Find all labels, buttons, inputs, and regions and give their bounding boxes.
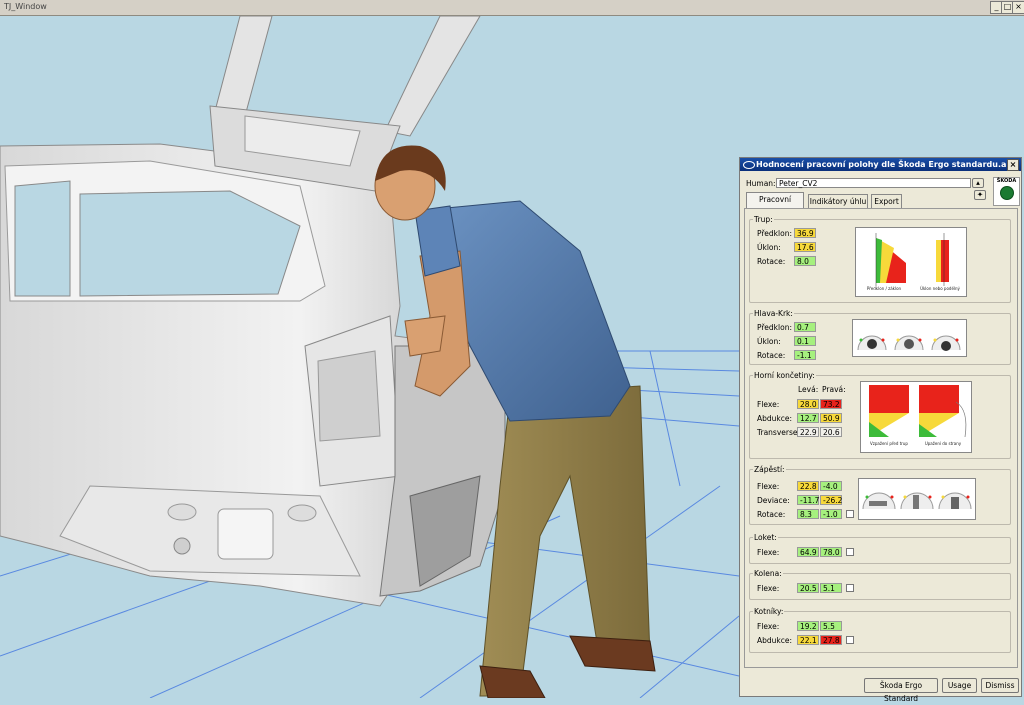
kolena-flexe-label: Flexe: [757, 584, 780, 593]
zapesti-diagram-svg [862, 492, 972, 510]
group-kolena: Kolena: Flexe: 20.5 5.1 [749, 569, 1011, 600]
kolena-flexe-left: 20.5 [797, 583, 819, 593]
trup-posture-diagram: Předklon / záklon Úklon nebo podélný [855, 227, 967, 297]
zapesti-rotace-right: -1.0 [820, 509, 842, 519]
dismiss-button[interactable]: Dismiss [981, 678, 1019, 693]
skoda-logo-text: ŠKODA [996, 178, 1017, 184]
horni-diagram-svg [869, 385, 967, 438]
close-window-button[interactable]: × [1012, 1, 1024, 14]
horni-col-left: Levá: [798, 385, 819, 394]
zapesti-flexe-right: -4.0 [820, 481, 842, 491]
usage-button[interactable]: Usage [942, 678, 977, 693]
human-dropdown-arrow[interactable]: ▴ [972, 178, 984, 188]
human-pick-button[interactable]: ✦ [974, 190, 986, 200]
kolena-checkbox[interactable] [846, 584, 854, 592]
group-trup: Trup: Předklon: 36.9 Úklon: 17.6 Rotace:… [749, 215, 1011, 303]
kotniky-abdukce-label: Abdukce: [757, 636, 793, 645]
horni-caption-right: Upažení do strany [924, 441, 962, 446]
loket-flexe-label: Flexe: [757, 548, 780, 557]
kotniky-flexe-left: 19.2 [797, 621, 819, 631]
group-horni-koncetiny: Horní končetiny: Levá: Pravá: Flexe: 28.… [749, 371, 1011, 459]
loket-checkbox[interactable] [846, 548, 854, 556]
hlava-posture-diagram [852, 319, 967, 357]
kotniky-abdukce-left: 22.1 [797, 635, 819, 645]
trup-predklon-label: Předklon: [757, 229, 792, 238]
trup-rotace-value: 8.0 [794, 256, 816, 266]
skoda-ergo-standard-button[interactable]: Škoda Ergo Standard [864, 678, 938, 703]
window-title: TJ_Window [4, 2, 47, 11]
panel-title: Hodnocení pracovní polohy dle Škoda Ergo… [756, 160, 1019, 169]
group-trup-title: Trup: [753, 215, 774, 224]
group-loket: Loket: Flexe: 64.9 78.0 [749, 533, 1011, 564]
horni-abdukce-right: 50.9 [820, 413, 842, 423]
zapesti-deviace-left: -11.7 [797, 495, 819, 505]
hlava-predklon-value: 0.7 [794, 322, 816, 332]
app-oval-icon [743, 161, 755, 169]
hlava-predklon-label: Předklon: [757, 323, 792, 332]
skoda-logo: ŠKODA [993, 177, 1020, 206]
zapesti-flexe-label: Flexe: [757, 482, 780, 491]
horni-flexe-left: 28.0 [797, 399, 819, 409]
trup-caption-left: Předklon / záklon [866, 286, 902, 291]
horni-abdukce-left: 12.7 [797, 413, 819, 423]
horni-transverse-label: Transverse: [757, 428, 801, 437]
ergo-assessment-panel: Hodnocení pracovní polohy dle Škoda Ergo… [739, 157, 1022, 703]
trup-predklon-value: 36.9 [794, 228, 816, 238]
human-label: Human: [746, 179, 776, 188]
zapesti-deviace-right: -26.2 [820, 495, 842, 505]
tab-export[interactable]: Export [871, 194, 902, 208]
trup-caption-right: Úklon nebo podélný [920, 286, 960, 291]
trup-uklon-value: 17.6 [794, 242, 816, 252]
horni-col-right: Pravá: [822, 385, 846, 394]
zapesti-rotace-label: Rotace: [757, 510, 786, 519]
kotniky-flexe-label: Flexe: [757, 622, 780, 631]
trup-rotace-label: Rotace: [757, 257, 786, 266]
group-kotniky-title: Kotníky: [753, 607, 785, 616]
group-zapesti: Zápěstí: Flexe: 22.8 -4.0 Deviace: -11.7… [749, 465, 1011, 525]
horni-abdukce-label: Abdukce: [757, 414, 793, 423]
horni-transverse-left: 22.9 [797, 427, 819, 437]
loket-flexe-right: 78.0 [820, 547, 842, 557]
tab-indikatory-uhlu[interactable]: Indikátory úhlu [808, 194, 868, 208]
loket-flexe-left: 64.9 [797, 547, 819, 557]
group-kolena-title: Kolena: [753, 569, 783, 578]
group-zapesti-title: Zápěstí: [753, 465, 786, 474]
horni-posture-diagram: Vzpažení před trup Upažení do strany [860, 381, 972, 453]
horni-caption-left: Vzpažení před trup [870, 441, 908, 446]
trup-uklon-label: Úklon: [757, 243, 781, 252]
kotniky-checkbox[interactable] [846, 636, 854, 644]
window-titlebar: TJ_Window _ □ × [0, 0, 1024, 16]
horni-flexe-label: Flexe: [757, 400, 780, 409]
group-hlava-title: Hlava-Krk: [753, 309, 794, 318]
zapesti-checkbox[interactable] [846, 510, 854, 518]
group-hlava-krk: Hlava-Krk: Předklon: 0.7 Úklon: 0.1 Rota… [749, 309, 1011, 365]
hlava-rotace-label: Rotace: [757, 351, 786, 360]
tab-content: Trup: Předklon: 36.9 Úklon: 17.6 Rotace:… [744, 208, 1018, 668]
zapesti-flexe-left: 22.8 [797, 481, 819, 491]
group-kotniky: Kotníky: Flexe: 19.2 5.5 Abdukce: 22.1 2… [749, 607, 1011, 653]
kotniky-abdukce-right: 27.8 [820, 635, 842, 645]
horni-transverse-right: 20.6 [820, 427, 842, 437]
human-select[interactable]: Peter_CV2 [776, 178, 971, 188]
hlava-uklon-value: 0.1 [794, 336, 816, 346]
group-loket-title: Loket: [753, 533, 778, 542]
hlava-uklon-label: Úklon: [757, 337, 781, 346]
tab-pracovni-polohy[interactable]: Pracovní polohy [746, 192, 804, 218]
kotniky-flexe-right: 5.5 [820, 621, 842, 631]
zapesti-posture-diagram [858, 478, 976, 520]
hlava-diagram-svg [857, 335, 961, 351]
kolena-flexe-right: 5.1 [820, 583, 842, 593]
hlava-rotace-value: -1.1 [794, 350, 816, 360]
group-horni-title: Horní končetiny: [753, 371, 816, 380]
horni-flexe-right: 73.2 [820, 399, 842, 409]
panel-titlebar: Hodnocení pracovní polohy dle Škoda Ergo… [740, 158, 1021, 171]
skoda-arrow-icon [1000, 186, 1014, 200]
zapesti-rotace-left: 8.3 [797, 509, 819, 519]
zapesti-deviace-label: Deviace: [757, 496, 790, 505]
panel-close-button[interactable]: × [1007, 159, 1019, 171]
